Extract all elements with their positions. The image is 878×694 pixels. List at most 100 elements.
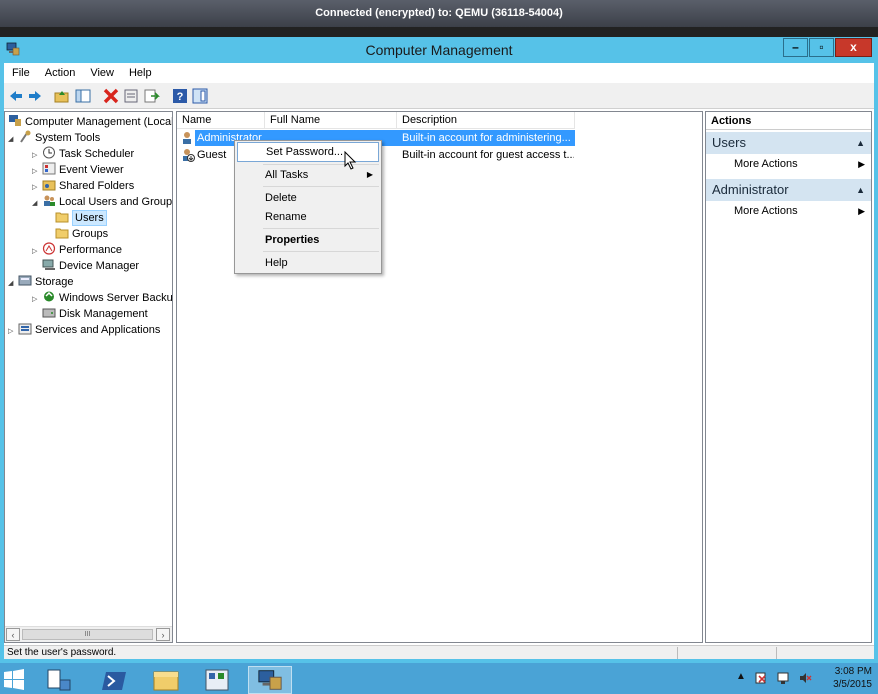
status-divider <box>776 647 777 659</box>
cell-description: Built-in account for guest access t... <box>402 149 574 161</box>
submenu-arrow-icon: ▶ <box>366 170 373 179</box>
computer-management-taskbar-icon[interactable] <box>248 666 292 694</box>
performance-icon <box>42 242 56 255</box>
clock-time: 3:08 PM <box>834 666 872 677</box>
tree-horizontal-scrollbar[interactable]: ‹ III › <box>5 626 172 642</box>
powershell-icon[interactable] <box>94 666 134 694</box>
column-header-description[interactable]: Description <box>397 112 575 129</box>
status-text: Set the user's password. <box>7 647 117 658</box>
title-bar[interactable]: Computer Management – ▫ x <box>0 37 878 63</box>
disk-icon <box>42 308 56 318</box>
actions-group-users[interactable]: Users ▲ <box>706 132 871 154</box>
maximize-button[interactable]: ▫ <box>809 38 834 57</box>
tree-item-groups[interactable]: Groups <box>55 226 108 242</box>
users-groups-icon <box>44 195 55 206</box>
network-icon[interactable] <box>776 671 790 685</box>
collapse-up-icon[interactable]: ▲ <box>856 132 865 154</box>
tree-item-users[interactable]: Users <box>55 210 107 226</box>
control-panel-icon[interactable] <box>198 666 238 694</box>
tree-item-shared-folders[interactable]: ▷ Shared Folders <box>32 178 134 194</box>
server-manager-icon[interactable] <box>38 666 78 694</box>
disabled-user-icon <box>183 149 195 162</box>
tree-item-task-scheduler[interactable]: ▷ Task Scheduler <box>32 146 134 162</box>
scroll-right-arrow-icon[interactable]: › <box>156 628 170 641</box>
collapse-arrow-icon[interactable]: ◢ <box>8 276 18 292</box>
start-windows-icon[interactable] <box>0 666 28 694</box>
menu-separator <box>263 228 379 229</box>
clock-date: 3/5/2015 <box>833 679 872 690</box>
actions-pane: Actions Users ▲ More Actions ▶ Administrat… <box>705 111 872 643</box>
user-icon <box>183 132 191 144</box>
menu-item-help[interactable]: Help <box>237 253 379 273</box>
system-clock[interactable]: 3:08 PM 3/5/2015 <box>822 665 872 691</box>
action-more-actions-administrator[interactable]: More Actions ▶ <box>706 202 871 220</box>
window-title: Computer Management <box>365 42 513 58</box>
file-explorer-icon[interactable] <box>146 666 186 694</box>
svg-text:?: ? <box>177 91 184 103</box>
scroll-left-arrow-icon[interactable]: ‹ <box>6 628 20 641</box>
folder-icon <box>55 212 69 223</box>
mouse-pointer-icon <box>344 151 357 170</box>
collapse-up-icon[interactable]: ▲ <box>856 179 865 201</box>
tree-item-event-viewer[interactable]: ▷ Event Viewer <box>32 162 124 178</box>
expand-arrow-icon[interactable]: ▷ <box>32 244 42 260</box>
menu-file[interactable]: File <box>4 63 37 79</box>
scroll-thumb[interactable]: III <box>22 629 153 640</box>
action-pane-icon[interactable] <box>191 87 209 105</box>
tree-item-windows-server-backup[interactable]: ▷ Windows Server Backup <box>32 290 172 308</box>
status-divider <box>677 647 678 659</box>
properties-icon[interactable] <box>122 87 140 105</box>
show-hide-tree-icon[interactable] <box>74 87 92 105</box>
console-tree-pane[interactable]: Computer Management (Local ◢ System Tools… <box>4 111 173 643</box>
minimize-button[interactable]: – <box>783 38 808 57</box>
delete-icon[interactable] <box>102 87 120 105</box>
export-icon[interactable] <box>142 87 160 105</box>
actions-title: Actions <box>706 112 871 130</box>
menu-separator <box>263 186 379 187</box>
close-button[interactable]: x <box>835 38 872 57</box>
column-header-name[interactable]: Name <box>177 112 265 129</box>
tree-item-storage[interactable]: ◢ Storage <box>8 274 74 290</box>
submenu-arrow-icon: ▶ <box>858 206 865 216</box>
menu-item-delete[interactable]: Delete <box>237 188 379 208</box>
tree-item-disk-management[interactable]: Disk Management <box>42 306 148 322</box>
menu-item-rename[interactable]: Rename <box>237 207 379 227</box>
forward-icon[interactable] <box>26 87 44 105</box>
back-icon[interactable] <box>7 87 25 105</box>
backup-icon <box>44 291 54 302</box>
toolbar: ? <box>4 83 874 109</box>
volume-muted-icon[interactable] <box>798 671 812 685</box>
window-client-area: File Action View Help ? Computer Management… <box>4 63 874 659</box>
show-hidden-icons-icon[interactable]: ▲ <box>736 671 746 682</box>
tree-item-device-manager[interactable]: Device Manager <box>42 258 139 274</box>
remote-connection-bar: Connected (encrypted) to: QEMU (36118-54… <box>0 0 878 27</box>
tree-item-system-tools[interactable]: ◢ System Tools <box>8 130 100 146</box>
status-bar: Set the user's password. <box>4 645 874 659</box>
clock-icon <box>43 146 55 159</box>
tree-item-performance[interactable]: ▷ Performance <box>32 242 122 258</box>
services-icon <box>18 323 32 335</box>
tree-item-local-users-groups[interactable]: ◢ Local Users and Groups <box>32 194 172 212</box>
context-menu: Set Password... All Tasks ▶ Delete Rename… <box>234 140 382 274</box>
menu-view[interactable]: View <box>82 63 121 79</box>
help-icon[interactable]: ? <box>171 87 189 105</box>
menu-separator <box>263 251 379 252</box>
taskbar: ▲ 3:08 PM 3/5/2015 <box>0 663 878 694</box>
expand-arrow-icon[interactable]: ▷ <box>32 292 42 308</box>
up-folder-icon[interactable] <box>53 87 71 105</box>
computer-management-icon <box>9 115 21 126</box>
menu-item-properties[interactable]: Properties <box>237 230 379 250</box>
collapse-arrow-icon[interactable]: ◢ <box>32 196 42 212</box>
tree-item-computer-management[interactable]: Computer Management (Local <box>8 114 172 130</box>
action-more-actions-users[interactable]: More Actions ▶ <box>706 155 871 173</box>
actions-group-administrator[interactable]: Administrator ▲ <box>706 179 871 201</box>
menu-action[interactable]: Action <box>37 63 83 79</box>
security-flag-icon[interactable] <box>754 671 768 685</box>
cell-description: Built-in account for administering... <box>402 132 571 144</box>
collapse-arrow-icon[interactable]: ◢ <box>8 132 18 148</box>
column-header-full-name[interactable]: Full Name <box>265 112 397 129</box>
expand-arrow-icon[interactable]: ▷ <box>8 324 18 340</box>
menu-help[interactable]: Help <box>121 63 159 79</box>
folder-icon <box>55 228 69 239</box>
tree-item-services-applications[interactable]: ▷ Services and Applications <box>8 322 160 338</box>
